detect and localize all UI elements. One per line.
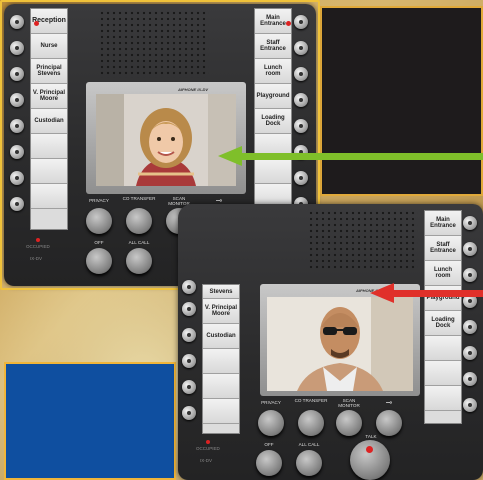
occupied-label: OCCUPIED: [196, 446, 220, 451]
label-loading-dock: Loading Dock: [425, 311, 461, 336]
scan-monitor-label: SCAN MONITOR: [338, 398, 360, 408]
all-call-button[interactable]: [296, 450, 322, 476]
video-feed-man: [267, 297, 413, 391]
transfer-label: CO TRANSFER: [294, 398, 328, 403]
privacy-button[interactable]: [258, 410, 284, 436]
scan-monitor-button[interactable]: [336, 410, 362, 436]
call-button-custodian[interactable]: [182, 328, 196, 342]
call-button-lunch-room[interactable]: [463, 268, 477, 282]
off-button[interactable]: [256, 450, 282, 476]
call-button-6[interactable]: [182, 406, 196, 420]
key-icon: ⊸: [385, 398, 393, 407]
intercom-station-2: Stevens V. Principal Moore Custodian Mai…: [178, 204, 483, 480]
call-button-r7[interactable]: [463, 372, 477, 386]
green-arrow-icon: [218, 146, 242, 166]
call-button-r6[interactable]: [463, 346, 477, 360]
speaker-grille: [308, 210, 418, 270]
label-empty: [425, 386, 461, 411]
label-main-entrance: Main Entrance: [425, 211, 461, 236]
red-arrow-shaft: [392, 290, 483, 297]
label-custodian: Custodian: [203, 324, 239, 349]
call-button-stevens[interactable]: [182, 280, 196, 294]
label-empty: [203, 399, 239, 424]
all-call-label: ALL CALL: [298, 442, 320, 447]
transfer-button[interactable]: [298, 410, 324, 436]
label-vice-principal-moore: V. Principal Moore: [203, 299, 239, 324]
occupied-led: [206, 440, 210, 444]
call-button-staff-entrance[interactable]: [463, 242, 477, 256]
label-lunch-room: Lunch room: [425, 261, 461, 286]
off-label: OFF: [264, 442, 274, 447]
left-label-column: Stevens V. Principal Moore Custodian: [202, 284, 240, 434]
blue-panel: [4, 362, 176, 480]
label-stevens: Stevens: [203, 285, 239, 299]
call-button-main-entrance[interactable]: [463, 216, 477, 230]
video-screen: [267, 297, 413, 391]
call-button-4[interactable]: [182, 354, 196, 368]
call-button-loading-dock[interactable]: [463, 320, 477, 334]
call-button-5[interactable]: [182, 380, 196, 394]
label-empty: [425, 361, 461, 386]
red-arrow-icon: [370, 283, 394, 303]
monitor-bezel: AIPHONE IX-DV: [260, 284, 420, 396]
call-button-vice-principal[interactable]: [182, 302, 196, 316]
talk-indicator: [366, 446, 373, 453]
privacy-label: PRIVACY: [261, 400, 281, 405]
right-label-column: Main Entrance Staff Entrance Lunch room …: [424, 210, 462, 424]
talk-label: TALK: [365, 434, 377, 439]
model-label: IX-DV: [200, 458, 213, 463]
talk-button[interactable]: [350, 440, 390, 480]
label-empty: [203, 374, 239, 399]
door-release-button[interactable]: [376, 410, 402, 436]
label-empty: [203, 349, 239, 374]
dark-panel: [320, 6, 483, 196]
label-staff-entrance: Staff Entrance: [425, 236, 461, 261]
label-empty: [425, 336, 461, 361]
green-arrow-shaft: [240, 153, 483, 160]
call-button-r8[interactable]: [463, 398, 477, 412]
